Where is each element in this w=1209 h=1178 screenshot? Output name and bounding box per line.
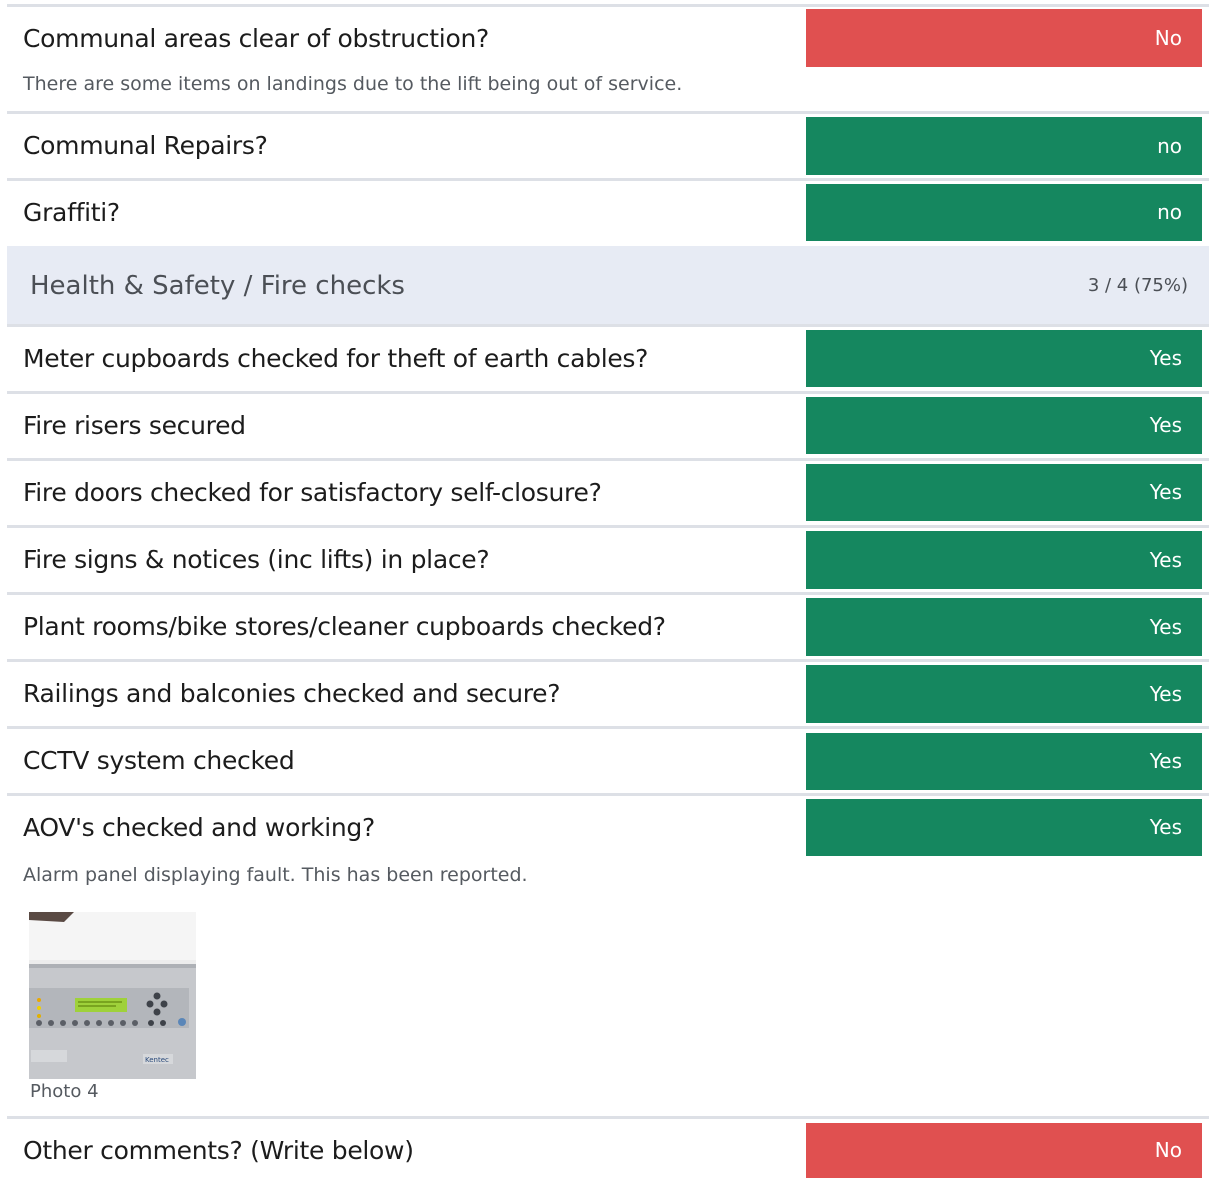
row-divider [7,525,1209,528]
section-header-health-safety: Health & Safety / Fire checks 3 / 4 (75%… [7,246,1209,324]
question-fire-risers: Fire risers secured [23,411,246,440]
row-divider [7,659,1209,662]
answer-badge-yes: Yes [806,531,1202,589]
comment-note: There are some items on landings due to … [23,73,683,95]
row-divider [7,458,1209,461]
row-divider [7,793,1209,796]
section-score: 3 / 4 (75%) [1087,275,1188,296]
row-divider [7,4,1209,7]
question-other-comments: Other comments? (Write below) [23,1136,414,1165]
answer-badge-no: No [806,9,1202,67]
answer-badge-no: No [806,1123,1202,1178]
row-divider [7,391,1209,394]
answer-badge-yes: Yes [806,397,1202,454]
answer-badge-yes: Yes [806,799,1202,856]
answer-badge-no: no [806,117,1202,175]
answer-badge-yes: Yes [806,598,1202,656]
row-divider [7,111,1209,114]
question-communal-areas: Communal areas clear of obstruction? [23,24,489,53]
row-divider [7,726,1209,729]
comment-note: Alarm panel displaying fault. This has b… [23,864,528,886]
answer-badge-yes: Yes [806,330,1202,387]
row-divider [7,324,1209,327]
question-fire-signs: Fire signs & notices (inc lifts) in plac… [23,545,490,574]
inspection-report: Communal areas clear of obstruction? No … [0,0,1209,1178]
question-meter-cupboards: Meter cupboards checked for theft of ear… [23,344,649,373]
answer-badge-no: no [806,184,1202,241]
answer-badge-yes: Yes [806,733,1202,790]
question-graffiti: Graffiti? [23,198,120,227]
answer-badge-yes: Yes [806,665,1202,723]
photo-image: Kentec [29,912,196,1079]
question-plant-rooms: Plant rooms/bike stores/cleaner cupboard… [23,612,666,641]
question-aov: AOV's checked and working? [23,813,375,842]
row-divider [7,178,1209,181]
section-title: Health & Safety / Fire checks [30,271,405,301]
question-railings: Railings and balconies checked and secur… [23,679,561,708]
question-fire-doors: Fire doors checked for satisfactory self… [23,478,602,507]
row-divider [7,1116,1209,1119]
fire-alarm-panel-photo[interactable]: Kentec [29,912,196,1079]
photo-caption: Photo 4 [30,1081,99,1102]
question-cctv: CCTV system checked [23,746,295,775]
photo-brand-text: Kentec [145,1056,169,1064]
answer-badge-yes: Yes [806,464,1202,521]
question-communal-repairs: Communal Repairs? [23,131,268,160]
row-divider [7,592,1209,595]
